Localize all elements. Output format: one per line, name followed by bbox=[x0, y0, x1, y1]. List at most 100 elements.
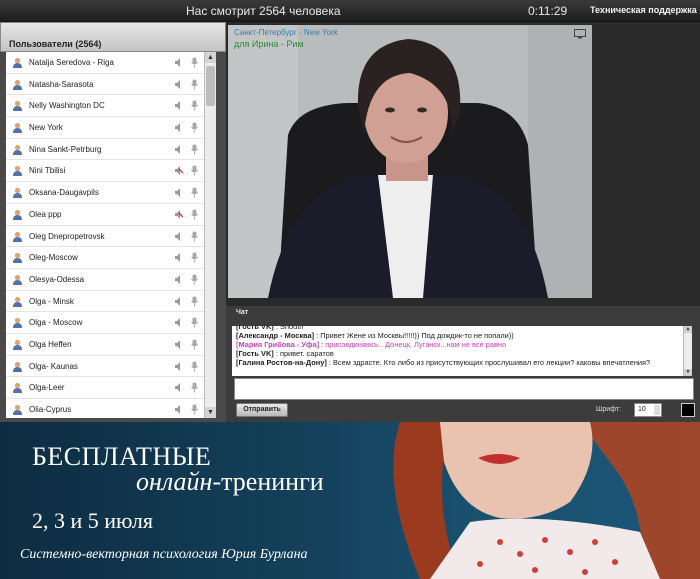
speaker-icon[interactable] bbox=[174, 252, 183, 263]
user-row[interactable]: Olga - Minsk bbox=[6, 291, 204, 313]
chat-input[interactable] bbox=[234, 378, 694, 400]
user-row[interactable]: New York bbox=[6, 117, 204, 139]
viewer-count: Нас смотрит 2564 человека bbox=[186, 4, 341, 18]
speaker-icon[interactable] bbox=[174, 361, 183, 372]
user-row[interactable]: Olga-Leer bbox=[6, 377, 204, 399]
user-name: Olea ppp bbox=[29, 209, 62, 219]
microphone-icon[interactable] bbox=[190, 165, 199, 176]
microphone-icon[interactable] bbox=[190, 100, 199, 111]
user-avatar-icon bbox=[13, 404, 22, 415]
user-avatar-icon bbox=[13, 188, 22, 199]
microphone-icon[interactable] bbox=[190, 296, 199, 307]
video-stream[interactable]: Санкт-Петербург · New York для Ирина - Р… bbox=[228, 25, 592, 298]
muted-speaker-icon[interactable] bbox=[174, 209, 183, 220]
user-row[interactable]: Natasha-Sarasota bbox=[6, 74, 204, 96]
microphone-icon[interactable] bbox=[190, 144, 199, 155]
user-row[interactable]: Oleg-Moscow bbox=[6, 247, 204, 269]
session-timer: 0:11:29 bbox=[528, 4, 568, 18]
user-row[interactable]: Olesya-Odessa bbox=[6, 269, 204, 291]
user-row[interactable]: Olea ppp bbox=[6, 204, 204, 226]
speaker-icon[interactable] bbox=[174, 144, 183, 155]
microphone-icon[interactable] bbox=[190, 209, 199, 220]
user-name: Olesya-Odessa bbox=[29, 274, 85, 284]
chat-message-text: привет. саратов bbox=[279, 349, 334, 358]
microphone-icon[interactable] bbox=[190, 361, 199, 372]
user-row[interactable]: Olga - Moscow bbox=[6, 312, 204, 334]
tech-support-link[interactable]: Техническая поддержка bbox=[590, 5, 697, 15]
user-row[interactable]: Nini Tbilisi bbox=[6, 160, 204, 183]
users-panel: Пользователи (2564) Natalja Seredova - R… bbox=[0, 22, 226, 422]
banner-dates: 2, 3 и 5 июля bbox=[32, 508, 154, 533]
fullscreen-icon[interactable] bbox=[574, 29, 586, 39]
scroll-thumb[interactable] bbox=[206, 66, 215, 106]
speaker-icon[interactable] bbox=[174, 122, 183, 133]
speaker-icon[interactable] bbox=[174, 100, 183, 111]
user-row[interactable]: Oleg Dnepropetrovsk bbox=[6, 226, 204, 248]
font-size-stepper[interactable] bbox=[654, 405, 660, 415]
user-row[interactable]: Nelly Washington DC bbox=[6, 95, 204, 118]
font-size-select[interactable]: 10 bbox=[634, 403, 662, 417]
chat-messages: [Гость VK] : Shouth [Александр - Москва] … bbox=[232, 326, 692, 376]
chat-message-author: [Мария Грибова - Уфа] bbox=[236, 340, 320, 349]
speaker-icon[interactable] bbox=[174, 382, 183, 393]
chat-scroll-down-button[interactable]: ▼ bbox=[684, 369, 692, 376]
user-name: Oleg-Moscow bbox=[29, 253, 78, 263]
scroll-down-button[interactable]: ▼ bbox=[205, 407, 216, 418]
chat-message-author: [Гость VK] bbox=[236, 349, 274, 358]
user-name: Olga-Leer bbox=[29, 383, 65, 393]
chat-message-text: присоединяюсь.. Донецк, Луганск.. нам не… bbox=[325, 340, 507, 349]
scroll-up-button[interactable]: ▲ bbox=[205, 52, 216, 63]
user-avatar-icon bbox=[13, 231, 22, 242]
user-name: Olga - Moscow bbox=[29, 318, 83, 328]
speaker-icon[interactable] bbox=[174, 404, 183, 415]
user-name: Olia-Cyprus bbox=[29, 405, 72, 414]
speaker-icon[interactable] bbox=[174, 57, 183, 68]
font-size-value: 10 bbox=[638, 406, 646, 413]
microphone-icon[interactable] bbox=[190, 252, 199, 263]
chat-scrollbar[interactable]: ▲ ▼ bbox=[683, 326, 692, 376]
speaker-icon[interactable] bbox=[174, 274, 183, 285]
speaker-icon[interactable] bbox=[174, 231, 183, 242]
banner-signature: Системно-векторная психология Юрия Бурла… bbox=[20, 547, 308, 562]
user-row[interactable]: Olga- Kaunas bbox=[6, 356, 204, 378]
text-color-button[interactable] bbox=[681, 403, 695, 417]
microphone-icon[interactable] bbox=[190, 274, 199, 285]
user-avatar-icon bbox=[13, 122, 22, 134]
speaker-icon[interactable] bbox=[174, 187, 183, 198]
user-avatar-icon bbox=[13, 209, 22, 220]
user-avatar-icon bbox=[13, 144, 22, 155]
speaker-icon[interactable] bbox=[174, 317, 183, 328]
users-panel-header: Пользователи (2564) bbox=[0, 22, 226, 52]
microphone-icon[interactable] bbox=[190, 122, 199, 133]
user-row[interactable]: Oksana-Daugavpils bbox=[6, 182, 204, 204]
chat-message-text: Привет Жене из Москвы!!!!!)) Под дождик-… bbox=[320, 331, 514, 340]
microphone-icon[interactable] bbox=[190, 79, 199, 90]
speaker-icon[interactable] bbox=[174, 339, 183, 350]
user-name: Nina Sankt-Petrburg bbox=[29, 144, 102, 154]
microphone-icon[interactable] bbox=[190, 57, 199, 68]
speaker-icon[interactable] bbox=[174, 296, 183, 307]
send-button[interactable]: Отправить bbox=[236, 403, 288, 417]
user-row[interactable]: Olia-Cyprus bbox=[6, 399, 204, 418]
microphone-icon[interactable] bbox=[190, 317, 199, 328]
user-row[interactable]: Natalja Seredova - Riga bbox=[6, 52, 204, 74]
user-avatar-icon bbox=[13, 253, 22, 264]
chat-message: [Гость VK] : привет. саратов bbox=[236, 349, 334, 358]
user-row[interactable]: Nina Sankt-Petrburg bbox=[6, 139, 204, 161]
microphone-icon[interactable] bbox=[190, 382, 199, 393]
user-list[interactable]: Natalja Seredova - Riga Natasha-Sarasota N… bbox=[6, 52, 204, 418]
user-avatar-icon bbox=[13, 339, 22, 350]
speaker-icon[interactable] bbox=[174, 79, 183, 90]
video-caption-top: Санкт-Петербург · New York bbox=[234, 28, 338, 37]
microphone-icon[interactable] bbox=[190, 231, 199, 242]
microphone-icon[interactable] bbox=[190, 404, 199, 415]
user-list-scrollbar[interactable]: ▲ ▼ bbox=[204, 52, 216, 418]
video-caption: для Ирина - Рим bbox=[234, 39, 304, 49]
user-avatar-icon bbox=[13, 296, 22, 307]
chat-message: [Александр - Москва] : Привет Жене из Мо… bbox=[236, 331, 514, 340]
microphone-icon[interactable] bbox=[190, 339, 199, 350]
microphone-icon[interactable] bbox=[190, 187, 199, 198]
user-row[interactable]: Olga Heffen bbox=[6, 334, 204, 356]
chat-scroll-up-button[interactable]: ▲ bbox=[684, 326, 692, 333]
muted-speaker-icon[interactable] bbox=[174, 165, 183, 176]
